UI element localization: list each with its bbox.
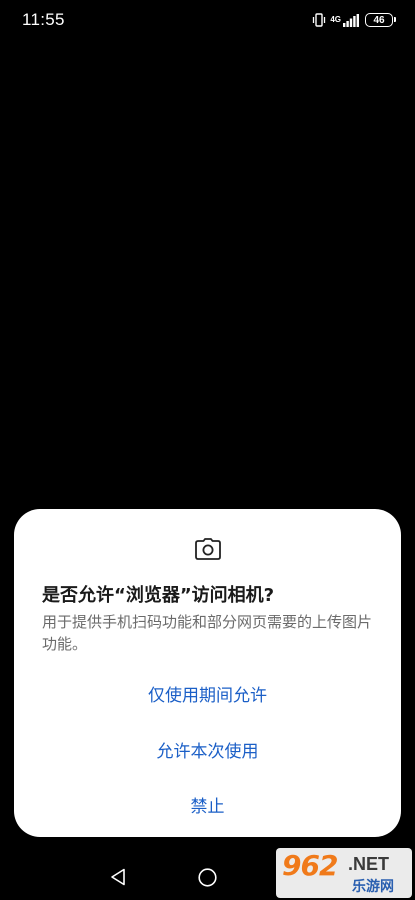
home-icon[interactable] bbox=[198, 868, 217, 887]
dialog-title: 是否允许“浏览器”访问相机? bbox=[42, 585, 275, 606]
battery-icon: 46 bbox=[365, 13, 396, 27]
watermark: 962 .NET 乐游网 bbox=[276, 848, 412, 898]
vibrate-icon bbox=[313, 13, 326, 27]
watermark-logo: 962 bbox=[282, 849, 338, 882]
watermark-suffix: .NET bbox=[348, 854, 390, 874]
watermark-text: 乐游网 bbox=[352, 879, 394, 895]
permission-dialog: 是否允许“浏览器”访问相机? 用于提供手机扫码功能和部分网页需要的上传图片功能。… bbox=[14, 509, 401, 837]
camera-icon bbox=[195, 538, 221, 560]
network-type-label: 4G bbox=[330, 15, 341, 24]
status-time: 11:55 bbox=[22, 10, 65, 29]
status-bar: 11:55 4G 46 bbox=[0, 0, 415, 40]
deny-button[interactable]: 禁止 bbox=[14, 784, 401, 824]
back-icon[interactable] bbox=[110, 868, 126, 886]
status-icons: 4G 46 bbox=[312, 11, 396, 29]
screen: 11:55 4G 46 是否允许“浏览器”访问相机? 用于提供手机扫码功能和部分… bbox=[0, 0, 415, 900]
signal-icon bbox=[343, 13, 359, 27]
dialog-message: 用于提供手机扫码功能和部分网页需要的上传图片功能。 bbox=[42, 613, 373, 653]
allow-while-using-button[interactable]: 仅使用期间允许 bbox=[14, 673, 401, 713]
allow-once-button[interactable]: 允许本次使用 bbox=[14, 729, 401, 769]
battery-level: 46 bbox=[373, 14, 385, 26]
